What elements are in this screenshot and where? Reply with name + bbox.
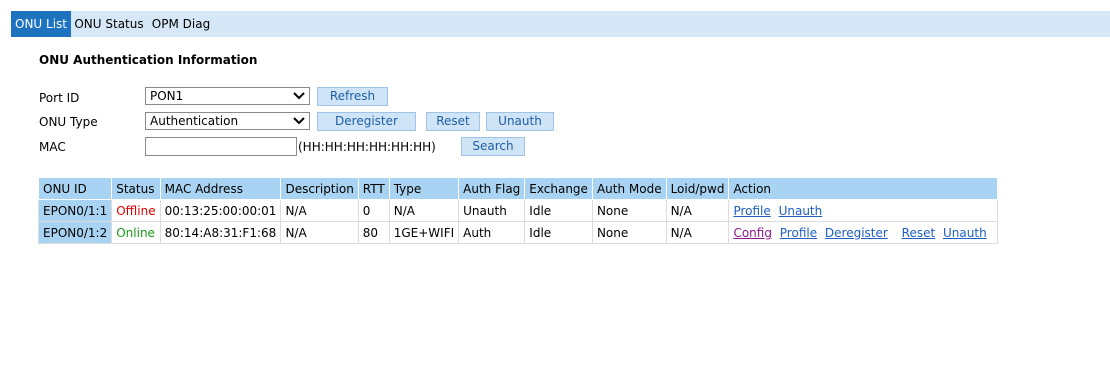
col-loid-pwd: Loid/pwd [665,177,730,200]
rtt-cell: 80 [357,221,390,244]
rtt-cell: 0 [357,199,390,222]
col-rtt: RTT [357,177,390,200]
onu-type-label: ONU Type [39,115,98,129]
table-row: EPON0/1:1 Offline 00:13:25:00:00:01 N/A … [37,199,999,222]
exchange-cell: Idle [524,199,593,222]
exchange-cell: Idle [524,221,593,244]
col-exchange: Exchange [524,177,593,200]
mac-input[interactable] [145,137,297,156]
col-auth-flag: Auth Flag [458,177,526,200]
col-auth-mode: Auth Mode [591,177,667,200]
col-type: Type [388,177,460,200]
profile-link[interactable]: Profile [733,204,770,218]
table-row: EPON0/1:2 Online 80:14:A8:31:F1:68 N/A 8… [37,221,999,244]
mac-label: MAC [39,140,66,154]
tab-onu-status[interactable]: ONU Status [71,11,147,37]
unauth-link[interactable]: Unauth [779,204,823,218]
auth-flag-cell: Auth [458,221,526,244]
status-cell: Offline [111,199,161,222]
reset-button[interactable]: Reset [426,112,480,131]
auth-mode-cell: None [591,221,667,244]
chevron-down-icon [293,117,305,125]
reset-link[interactable]: Reset [902,226,936,240]
loid-cell: N/A [665,199,730,222]
deregister-button[interactable]: Deregister [317,112,416,131]
tab-opm-diag[interactable]: OPM Diag [147,11,215,37]
auth-mode-cell: None [591,199,667,222]
tab-onu-list[interactable]: ONU List [11,11,71,37]
type-cell: 1GE+WIFI [388,221,460,244]
description-cell: N/A [280,199,359,222]
section-title: ONU Authentication Information [39,53,258,67]
action-cell: Profile Unauth [728,199,999,222]
onu-id-cell: EPON0/1:1 [37,199,113,222]
onu-id-cell: EPON0/1:2 [37,221,113,244]
type-cell: N/A [388,199,460,222]
mac-cell: 80:14:A8:31:F1:68 [159,221,282,244]
col-onu-id: ONU ID [37,177,113,200]
port-id-label: Port ID [39,91,80,105]
search-button[interactable]: Search [461,137,525,156]
port-id-select[interactable]: PON1 [145,87,310,105]
col-status: Status [111,177,161,200]
config-link[interactable]: Config [733,226,772,240]
port-id-value: PON1 [150,89,184,103]
refresh-button[interactable]: Refresh [317,87,388,106]
table-header-row: ONU ID Status MAC Address Description RT… [37,177,999,200]
onu-type-value: Authentication [150,114,239,128]
onu-table: ONU ID Status MAC Address Description RT… [37,177,999,244]
mac-format-hint: (HH:HH:HH:HH:HH:HH) [298,140,436,154]
col-action: Action [728,177,999,200]
action-cell: Config Profile Deregister Reset Unauth [728,221,999,244]
description-cell: N/A [280,221,359,244]
chevron-down-icon [293,92,305,100]
deregister-link[interactable]: Deregister [825,226,888,240]
loid-cell: N/A [665,221,730,244]
unauth-link[interactable]: Unauth [943,226,987,240]
mac-cell: 00:13:25:00:00:01 [159,199,282,222]
col-mac-address: MAC Address [159,177,282,200]
page: ONU List ONU Status OPM Diag ONU Authent… [0,0,1110,381]
status-cell: Online [111,221,161,244]
profile-link[interactable]: Profile [780,226,817,240]
tab-bar: ONU List ONU Status OPM Diag [11,11,1110,37]
col-description: Description [280,177,359,200]
onu-type-select[interactable]: Authentication [145,112,310,130]
auth-flag-cell: Unauth [458,199,526,222]
unauth-button[interactable]: Unauth [486,112,554,131]
